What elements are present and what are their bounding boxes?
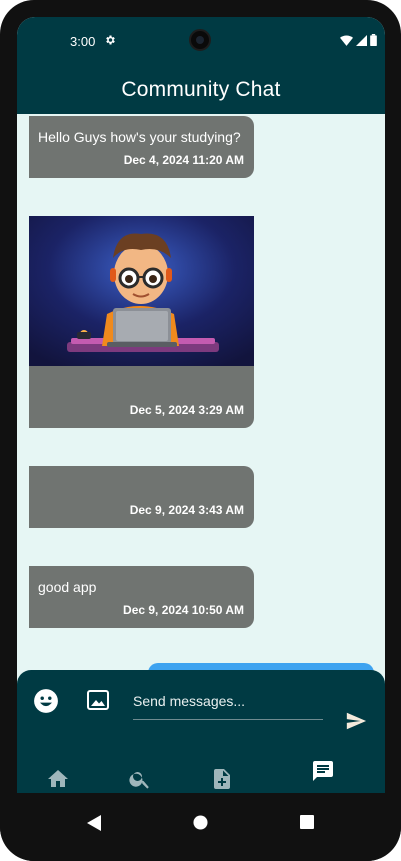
system-icons — [340, 34, 377, 46]
send-icon[interactable] — [345, 710, 367, 732]
status-bar: 3:00 — [17, 17, 385, 65]
message-input[interactable] — [133, 682, 323, 720]
front-camera — [189, 29, 211, 51]
message-timestamp: Dec 9, 2024 10:50 AM — [123, 603, 244, 617]
app-bar: Community Chat — [17, 65, 385, 114]
message-timestamp: Dec 5, 2024 3:29 AM — [129, 403, 244, 417]
app-screen: 3:00 Community Chat Hello Guys how's you… — [17, 17, 385, 793]
image-message-bubble[interactable]: Dec 5, 2024 3:29 AM — [29, 216, 254, 428]
android-navigation-bar — [0, 793, 401, 861]
message-text: good app — [38, 579, 97, 595]
message-bubble[interactable]: Hello Guys how's your studying? Dec 4, 2… — [29, 116, 254, 178]
image-icon[interactable] — [86, 688, 110, 712]
wifi-icon — [340, 34, 353, 46]
add-document-icon[interactable] — [210, 767, 234, 791]
bottom-panel — [17, 670, 385, 793]
search-icon[interactable] — [128, 767, 152, 791]
message-timestamp: Dec 4, 2024 11:20 AM — [123, 153, 244, 167]
device-frame: 3:00 Community Chat Hello Guys how's you… — [0, 0, 401, 861]
message-bubble[interactable]: Dec 9, 2024 3:43 AM — [29, 466, 254, 528]
signal-icon — [356, 34, 367, 46]
emoji-icon[interactable] — [33, 688, 59, 714]
home-icon[interactable] — [46, 767, 70, 791]
message-image[interactable] — [29, 216, 254, 366]
message-list[interactable]: Hello Guys how's your studying? Dec 4, 2… — [17, 114, 385, 682]
page-title: Community Chat — [121, 78, 281, 101]
settings-icon — [106, 35, 115, 45]
status-time: 3:00 — [70, 34, 96, 49]
battery-icon — [370, 34, 377, 46]
message-timestamp: Dec 9, 2024 3:43 AM — [129, 503, 244, 517]
message-bubble[interactable]: good app Dec 9, 2024 10:50 AM — [29, 566, 254, 628]
back-icon[interactable] — [87, 815, 101, 831]
chat-icon[interactable] — [311, 759, 335, 783]
message-text: Hello Guys how's your studying? — [38, 129, 241, 145]
character-image — [29, 216, 254, 366]
home-button-icon[interactable] — [193, 815, 208, 830]
recents-icon[interactable] — [300, 815, 314, 829]
